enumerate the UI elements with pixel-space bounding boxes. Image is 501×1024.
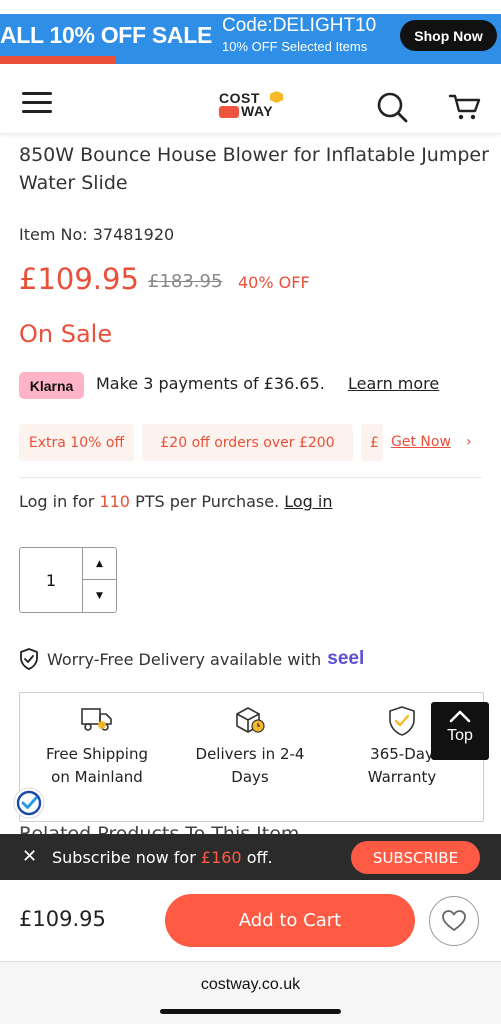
heart-icon: [442, 910, 466, 931]
item-number-label: Item No:: [19, 225, 88, 244]
current-price: £109.95: [19, 262, 139, 296]
worry-free-delivery[interactable]: Worry-Free Delivery available with seel: [19, 648, 364, 670]
klarna-learn-more-link[interactable]: Learn more: [348, 374, 439, 393]
close-icon[interactable]: ✕: [22, 846, 37, 867]
search-icon[interactable]: [375, 90, 409, 124]
sale-status: On Sale: [19, 320, 113, 348]
login-suffix: PTS per Purchase.: [135, 492, 280, 511]
divider: [19, 477, 482, 478]
coupon-partial[interactable]: £: [361, 424, 383, 461]
feature-label: Delivers in 2-4 Days: [195, 745, 305, 786]
add-to-cart-button[interactable]: Add to Cart: [165, 894, 415, 947]
url-text: costway.co.uk: [200, 976, 301, 993]
points-value: 110: [99, 492, 130, 511]
cart-icon[interactable]: [448, 92, 482, 122]
logo-yellow-mark: [270, 91, 283, 103]
feature-free-shipping: Free Shipping on Mainland: [22, 693, 172, 789]
menu-icon[interactable]: [22, 92, 52, 114]
wishlist-button[interactable]: [429, 896, 479, 946]
subscribe-button[interactable]: SUBSCRIBE: [351, 841, 480, 874]
item-number: Item No: 37481920: [19, 225, 174, 244]
package-clock-icon: [236, 707, 265, 733]
site-header: COST WAY: [0, 66, 501, 134]
feature-label: Free Shipping on Mainland: [45, 745, 149, 786]
promo-banner[interactable]: ALL 10% OFF SALE Code:DELIGHT10 10% OFF …: [0, 14, 501, 64]
get-now-link[interactable]: Get Now: [391, 434, 451, 450]
subscribe-amount: £160: [200, 848, 242, 867]
chevron-right-icon: ›: [466, 434, 472, 450]
chevron-up-icon: [449, 710, 471, 723]
item-number-value: 37481920: [92, 225, 175, 244]
promo-code: Code:DELIGHT10: [222, 15, 377, 36]
original-price: £183.95: [148, 271, 223, 292]
quantity-increase-button[interactable]: ▲: [83, 548, 116, 580]
delivery-text: Worry-Free Delivery available with: [47, 649, 322, 669]
login-prefix: Log in for: [19, 492, 95, 511]
subscribe-bar: ✕ Subscribe now for £160 off. SUBSCRIBE: [0, 834, 501, 880]
klarna-text: Make 3 payments of £36.65.: [96, 374, 325, 393]
home-indicator: [160, 1009, 341, 1014]
quantity-decrease-button[interactable]: ▼: [83, 580, 116, 612]
subscribe-text: Subscribe now for £160 off.: [52, 848, 273, 867]
klarna-badge: Klarna: [19, 372, 84, 399]
logo-red-mark: [219, 106, 239, 118]
discount-label: 40% OFF: [238, 273, 310, 292]
browser-url-bar[interactable]: costway.co.uk: [0, 962, 501, 1024]
quantity-buttons: ▲ ▼: [82, 548, 116, 612]
bottom-purchase-bar: £109.95 Add to Cart: [0, 880, 501, 962]
back-to-top-button[interactable]: Top: [431, 702, 489, 760]
bottom-price: £109.95: [19, 907, 106, 931]
login-points-line: Log in for 110 PTS per Purchase. Log in: [19, 492, 333, 511]
seel-logo: seel: [327, 648, 365, 669]
shield-check-icon: [389, 706, 415, 736]
promo-subtext: 10% OFF Selected Items: [222, 39, 368, 54]
verified-badge-icon[interactable]: [12, 786, 46, 820]
promo-headline: ALL 10% OFF SALE: [0, 22, 213, 48]
quantity-stepper: 1 ▲ ▼: [19, 547, 117, 613]
feature-delivery-time: Delivers in 2-4 Days: [175, 693, 325, 789]
promo-accent-strip: [0, 56, 115, 64]
coupon-20-off[interactable]: £20 off orders over £200: [142, 424, 353, 461]
quantity-input[interactable]: 1: [20, 548, 82, 612]
logo-text-bottom: WAY: [241, 103, 274, 119]
shield-check-icon: [20, 648, 38, 670]
back-to-top-label: Top: [447, 727, 473, 744]
features-box: Free Shipping on Mainland Delivers in 2-…: [19, 692, 484, 822]
login-link[interactable]: Log in: [284, 492, 332, 511]
product-title: 850W Bounce House Blower for Inflatable …: [19, 144, 489, 194]
coupon-extra-10[interactable]: Extra 10% off: [19, 424, 134, 461]
truck-icon: [81, 708, 112, 731]
shop-now-button[interactable]: Shop Now: [400, 20, 497, 51]
costway-logo[interactable]: COST WAY: [219, 90, 287, 120]
